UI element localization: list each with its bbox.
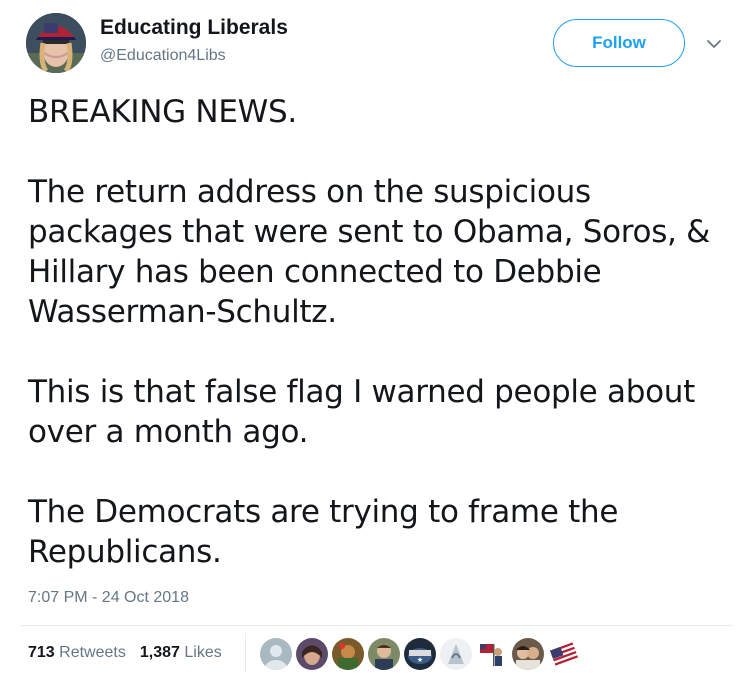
profile-avatar[interactable] (26, 13, 86, 73)
retweets-count: 713 (28, 644, 55, 661)
divider (20, 625, 733, 626)
stats-separator (245, 633, 246, 673)
display-name[interactable]: Educating Liberals (100, 16, 288, 40)
likes-stat[interactable]: 1,387 Likes (140, 644, 222, 662)
user-avatar[interactable] (332, 638, 364, 670)
chevron-down-icon[interactable] (706, 38, 722, 50)
user-avatar[interactable]: ★ (404, 638, 436, 670)
tweet-paragraph: The Democrats are trying to frame the Re… (28, 494, 619, 570)
retweets-stat[interactable]: 713 Retweets (28, 644, 126, 662)
svg-text:★: ★ (417, 656, 423, 664)
user-avatar[interactable] (368, 638, 400, 670)
tweet-paragraph: This is that false flag I warned people … (28, 374, 695, 450)
default-avatar[interactable] (260, 638, 292, 670)
follow-button[interactable]: Follow (553, 19, 685, 67)
likes-label: Likes (184, 644, 222, 661)
flag-avatar[interactable] (548, 638, 580, 670)
user-avatar[interactable] (296, 638, 328, 670)
likes-count: 1,387 (139, 644, 180, 661)
engagement-stats: 713 Retweets 1,387 Likes (28, 644, 222, 662)
tweet-paragraph: The return address on the suspicious pac… (28, 174, 711, 330)
user-handle[interactable]: @Education4Libs (100, 47, 226, 65)
retweets-label: Retweets (59, 644, 126, 661)
tweet-text: BREAKING NEWS. The return address on the… (28, 92, 728, 572)
user-avatar[interactable] (440, 638, 472, 670)
user-avatar[interactable] (512, 638, 544, 670)
tweet-paragraph: BREAKING NEWS. (28, 94, 297, 130)
tweet-timestamp[interactable]: 7:07 PM - 24 Oct 2018 (28, 589, 189, 607)
user-avatar[interactable] (476, 638, 508, 670)
tweet-card: Educating Liberals @Education4Libs Follo… (0, 0, 753, 686)
